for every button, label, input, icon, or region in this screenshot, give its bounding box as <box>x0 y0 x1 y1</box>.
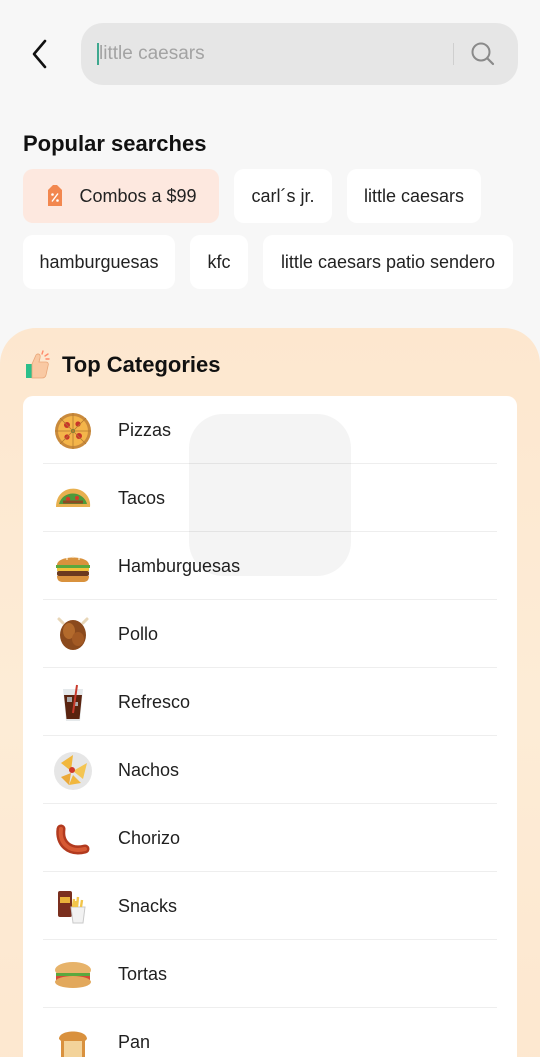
category-item-tortas[interactable]: Tortas <box>43 940 497 1008</box>
chip-label: little caesars <box>363 185 465 206</box>
chip-hamburguesas[interactable]: hamburguesas <box>23 235 175 289</box>
category-label: Chorizo <box>118 828 181 848</box>
category-label: Tacos <box>118 488 166 508</box>
chip-label: little caesars patio sendero <box>280 251 496 272</box>
search-divider <box>453 43 454 65</box>
chip-little-caesars[interactable]: little caesars <box>347 169 481 223</box>
snacks-icon <box>53 887 93 927</box>
chip-combos[interactable]: Combos a $99 <box>23 169 219 223</box>
category-item-snacks[interactable]: Snacks <box>43 872 497 940</box>
search-bar[interactable] <box>81 23 518 85</box>
category-label: Tortas <box>118 964 168 984</box>
chip-label: kfc <box>207 251 231 272</box>
chip-label: Combos a $99 <box>79 185 197 206</box>
top-bar <box>0 0 540 110</box>
pizza-icon <box>53 411 93 451</box>
discount-tag-icon <box>45 184 65 208</box>
soda-icon <box>53 683 93 723</box>
category-item-nachos[interactable]: Nachos <box>43 736 497 804</box>
chip-little-caesars-patio-sendero[interactable]: little caesars patio sendero <box>263 235 513 289</box>
watermark-logo <box>189 414 351 576</box>
chip-label: carl´s jr. <box>251 185 315 206</box>
category-label: Refresco <box>118 692 191 712</box>
category-label: Pollo <box>118 624 159 644</box>
category-item-chorizo[interactable]: Chorizo <box>43 804 497 872</box>
chip-carls-jr[interactable]: carl´s jr. <box>234 169 332 223</box>
thumbs-up-icon <box>22 350 50 380</box>
popular-searches-title: Popular searches <box>23 131 207 156</box>
chevron-left-icon <box>32 39 47 69</box>
taco-icon <box>53 479 93 519</box>
category-label: Pan <box>118 1032 151 1052</box>
top-categories-title: Top Categories <box>62 352 221 377</box>
nachos-icon <box>53 751 93 791</box>
chip-label: hamburguesas <box>39 251 159 272</box>
sandwich-icon <box>53 955 93 995</box>
category-label: Nachos <box>118 760 180 780</box>
search-button[interactable] <box>468 39 498 69</box>
category-label: Snacks <box>118 896 178 916</box>
sausage-icon <box>53 819 93 859</box>
search-input[interactable] <box>99 23 439 85</box>
search-icon <box>471 42 495 66</box>
back-button[interactable] <box>22 34 58 74</box>
category-item-refresco[interactable]: Refresco <box>43 668 497 736</box>
bread-icon <box>53 1023 93 1057</box>
category-item-pollo[interactable]: Pollo <box>43 600 497 668</box>
chicken-icon <box>53 615 93 655</box>
burger-icon <box>53 547 93 587</box>
category-item-pan[interactable]: Pan <box>43 1008 497 1057</box>
chip-kfc[interactable]: kfc <box>190 235 248 289</box>
category-label: Pizzas <box>118 420 172 440</box>
